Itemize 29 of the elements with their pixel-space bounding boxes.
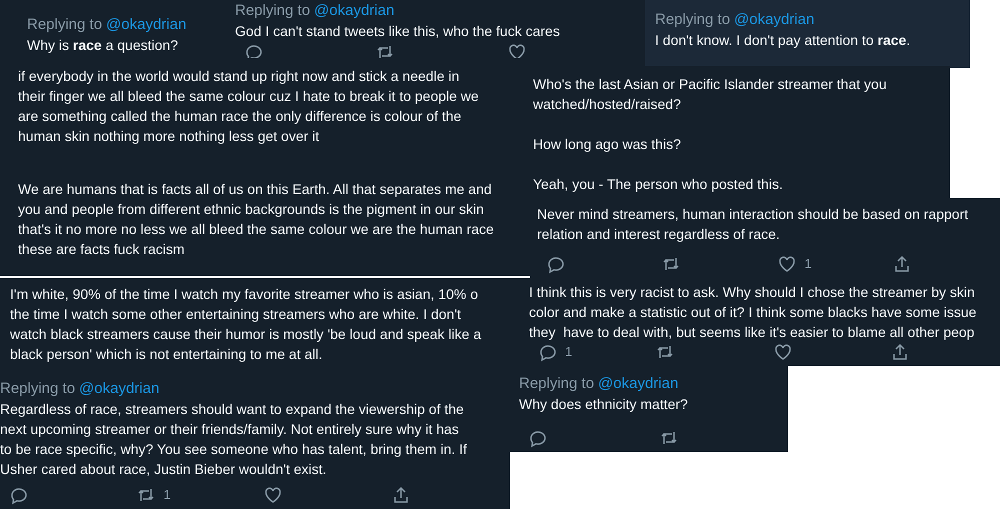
tweet-text: Why is race a question? [27, 36, 178, 55]
replying-label: Replying to [27, 15, 102, 35]
tweet-text: Who's the last Asian or Pacific Islander streamer that you watched/hosted/raised? [533, 75, 887, 114]
tweet-text: I don't know. I don't pay attention to race. [655, 31, 910, 50]
tweet-text: if everybody in the world would stand up right now and stick a needle in their finger we all bleed the same colour cuz I hate to break it to people we are something called the human race the only difference is colour of the human skin nothing more nothing less get over it [18, 67, 479, 146]
heart-icon[interactable] [776, 254, 796, 274]
heart-icon[interactable] [772, 342, 792, 362]
tweet-text: How long ago was this? [533, 135, 681, 154]
mention-link[interactable]: @okaydrian [598, 373, 678, 394]
action-count: 1 [804, 255, 812, 273]
replying-label: Replying to [0, 379, 76, 399]
tweet-text: Never mind streamers, human interaction should be based on rapport relation and interest regardless of race. [537, 205, 968, 244]
tweet-text: I think this is very racist to ask. Why should I chose the streamer by skin color and make a statistic out of it? I think some blacks have some issue they have to deal with, but seems like it's easier to blame all other peop [529, 283, 976, 342]
heart-icon[interactable] [263, 485, 283, 505]
action-count: 1 [565, 343, 572, 361]
replying-label: Replying to [235, 1, 310, 21]
replying-label: Replying to [655, 10, 730, 30]
mention-link[interactable]: @okaydrian [734, 9, 814, 30]
tweet-text: Why does ethnicity matter? [519, 395, 688, 414]
tweet-text: I'm white, 90% of the time I watch my favorite streamer who is asian, 10% o the time I watch some other entertaining streamers who are white. I don't watch black streamers cause their humor is mostly 'be loud and speak like a black person' which is not entertaining to me at all. [10, 285, 482, 364]
action-count: 1 [164, 486, 171, 504]
mention-link[interactable]: @okaydrian [314, 0, 394, 21]
mention-link[interactable]: @okaydrian [106, 14, 186, 35]
tweet-text: God I can't stand tweets like this, who the fuck cares [235, 22, 560, 41]
replying-label: Replying to [519, 374, 594, 394]
mention-link[interactable]: @okaydrian [79, 378, 160, 399]
tweet-text: Regardless of race, streamers should want to expand the viewership of the next upcoming streamer or their friends/family. Not entirely sure why it has to be race specific, why? You see someone who has talent, bring them in. If Usher cared about race, Justin Bieber wouldn't exist. [0, 400, 467, 479]
tweet-text: We are humans that is facts all of us on this Earth. All that separates me and you and people from different ethnic backgrounds is the pigment in our skin that's it no more no less we all bleed the same colour we are the human race these are facts fuck racism [18, 180, 494, 259]
tweet-text: Yeah, you - The person who posted this. [533, 175, 783, 194]
